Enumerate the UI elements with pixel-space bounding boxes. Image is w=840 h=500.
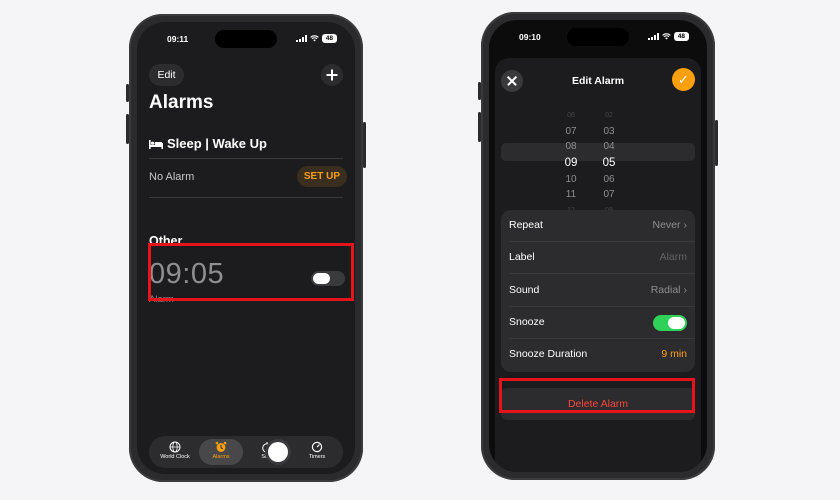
sound-row[interactable]: Sound Radial › <box>501 275 695 307</box>
tab-timers[interactable]: Timers <box>295 439 339 465</box>
add-alarm-button[interactable] <box>321 64 343 86</box>
side-button <box>126 84 129 102</box>
screenshot-stage: 09:11 48 Edit Alarms Sleep | Wake Up No … <box>0 0 840 500</box>
row-label: Snooze <box>509 316 545 328</box>
wifi-icon <box>310 35 319 42</box>
confirm-button[interactable]: ✓ <box>672 68 695 91</box>
edit-button[interactable]: Edit <box>149 64 184 86</box>
side-button <box>715 120 718 166</box>
divider <box>149 158 343 159</box>
side-button <box>126 114 129 144</box>
hour-wheel[interactable]: 06 07 08 09 10 11 12 <box>559 108 583 218</box>
side-button <box>478 82 481 100</box>
alarm-settings-list: Repeat Never › Label Alarm Sound Radial › … <box>501 210 695 372</box>
chevron-right-icon: › <box>683 219 688 231</box>
tab-label: World Clock <box>160 454 190 460</box>
row-label: Repeat <box>509 219 543 231</box>
status-time: 09:11 <box>167 34 189 44</box>
timer-icon <box>311 441 323 453</box>
picker-value: 04 <box>603 141 615 152</box>
setup-button[interactable]: SET UP <box>296 166 347 187</box>
picker-value: 10 <box>565 173 577 185</box>
picker-value: 06 <box>567 112 575 119</box>
battery-icon: 48 <box>673 32 689 41</box>
row-label: Label <box>509 251 535 263</box>
assistive-touch-button[interactable] <box>268 442 288 462</box>
minute-wheel[interactable]: 02 03 04 05 06 07 08 <box>597 108 621 218</box>
bed-icon <box>149 139 163 149</box>
picker-value: 06 <box>603 173 615 185</box>
sleep-section-label: Sleep | Wake Up <box>167 136 267 151</box>
chevron-right-icon: › <box>683 284 688 296</box>
tab-label: Timers <box>308 454 326 460</box>
snooze-toggle[interactable] <box>653 315 687 331</box>
highlight-box-delete <box>499 378 695 413</box>
time-picker[interactable]: 06 07 08 09 10 11 12 02 03 04 05 06 07 0… <box>501 108 695 214</box>
row-label: Snooze Duration <box>509 348 588 360</box>
picker-value: 02 <box>605 112 613 119</box>
tab-world-clock[interactable]: World Clock <box>153 439 197 465</box>
checkmark-icon: ✓ <box>678 72 689 87</box>
status-bar: 09:11 48 <box>137 34 355 48</box>
repeat-row[interactable]: Repeat Never › <box>501 210 695 242</box>
row-value: Radial › <box>651 284 687 296</box>
divider <box>509 273 695 274</box>
picker-value: 07 <box>603 189 615 200</box>
globe-icon <box>169 441 181 453</box>
signal-icon <box>295 35 307 42</box>
picker-value: 07 <box>565 125 577 137</box>
battery-icon: 48 <box>321 34 337 43</box>
status-bar: 09:10 48 <box>489 32 707 46</box>
side-button <box>478 112 481 142</box>
tab-label: Alarms <box>212 454 230 460</box>
snooze-row: Snooze <box>501 307 695 339</box>
highlight-box-alarm <box>148 243 354 301</box>
alarm-clock-icon <box>215 441 227 452</box>
divider <box>149 197 343 198</box>
tab-bar: World Clock Alarms Stop Timers <box>149 436 343 468</box>
side-button <box>363 122 366 168</box>
picker-value: 11 <box>565 189 577 200</box>
status-time: 09:10 <box>519 32 541 42</box>
picker-value: 08 <box>565 141 577 152</box>
tab-alarms[interactable]: Alarms <box>199 439 243 465</box>
sleep-section-title: Sleep | Wake Up <box>149 136 267 151</box>
toggle-knob <box>668 317 685 329</box>
repeat-value: Never <box>652 219 681 231</box>
page-title: Alarms <box>149 92 214 113</box>
status-icons: 48 <box>295 34 337 43</box>
label-field[interactable]: Alarm <box>660 251 687 263</box>
no-alarm-text: No Alarm <box>149 171 195 183</box>
picker-value: 03 <box>603 125 615 137</box>
snooze-duration-row[interactable]: Snooze Duration 9 min <box>501 339 695 371</box>
wifi-icon <box>662 33 671 40</box>
row-value: Never › <box>652 219 687 231</box>
picker-selected-hour: 09 <box>564 156 578 169</box>
signal-icon <box>647 33 659 40</box>
row-label: Sound <box>509 284 540 296</box>
picker-selected-minute: 05 <box>602 156 616 169</box>
status-icons: 48 <box>647 32 689 41</box>
sound-value: Radial <box>650 284 681 296</box>
snooze-duration-value: 9 min <box>661 348 687 360</box>
label-row[interactable]: Label Alarm <box>501 242 695 274</box>
